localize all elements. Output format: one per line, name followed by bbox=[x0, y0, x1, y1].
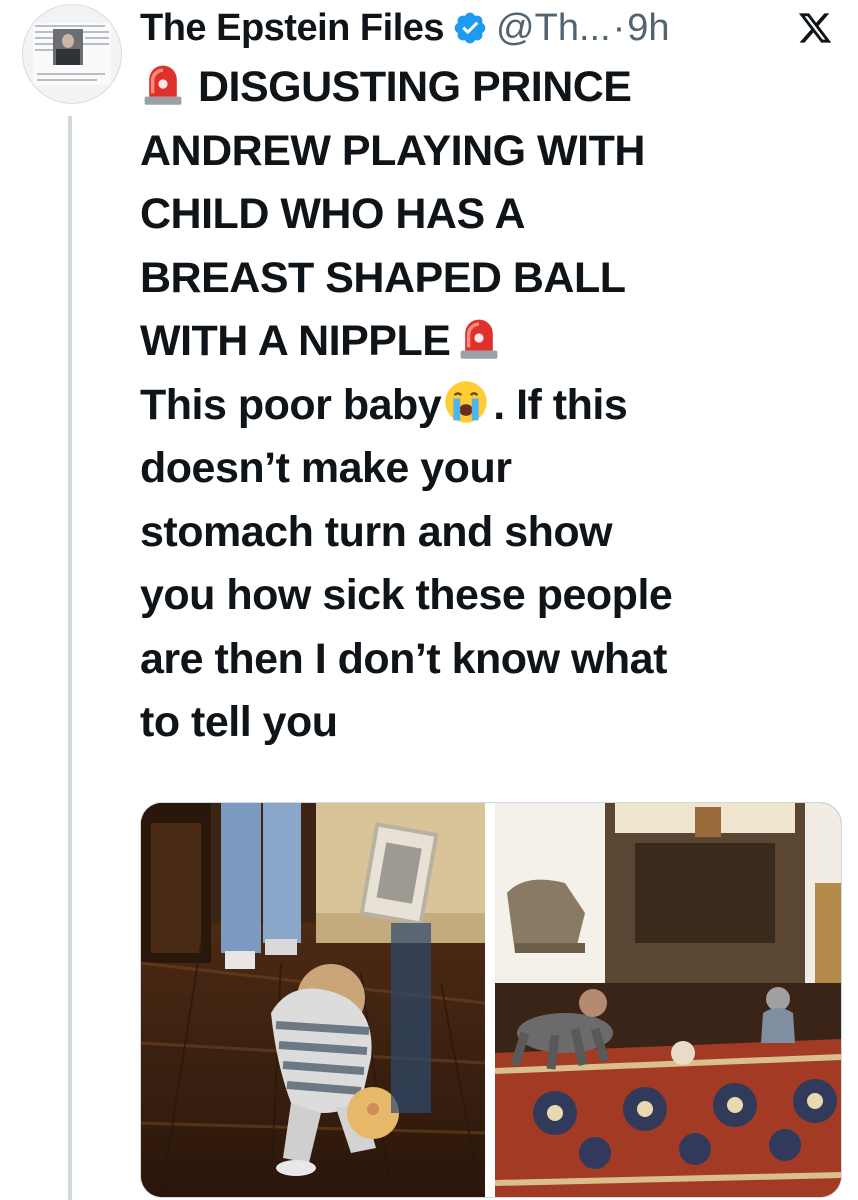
body-text-start: This poor baby bbox=[140, 380, 442, 429]
post-header: The Epstein Files @Th... · 9h bbox=[140, 4, 845, 52]
x-logo-icon bbox=[798, 13, 832, 43]
post-text: DISGUSTING PRINCE ANDREW PLAYING WITH CH… bbox=[140, 56, 840, 755]
body-line-3: stomach turn and show bbox=[140, 507, 613, 556]
media-photo-left[interactable] bbox=[141, 803, 485, 1197]
body-text-continued: . If this bbox=[493, 380, 628, 429]
author-name[interactable]: The Epstein Files bbox=[140, 7, 445, 50]
thread-line bbox=[68, 116, 72, 1200]
body-line-4: you how sick these people bbox=[140, 571, 673, 619]
post-time[interactable]: 9h bbox=[627, 7, 669, 50]
headline-line-2: ANDREW PLAYING WITH bbox=[140, 126, 645, 175]
photo-room-rug-scene bbox=[495, 803, 841, 1197]
headline-line-5: WITH A NIPPLE bbox=[140, 317, 451, 365]
police-siren-emoji bbox=[144, 65, 182, 105]
verified-badge-icon bbox=[454, 12, 486, 44]
headline-line-3: CHILD WHO HAS A bbox=[140, 190, 526, 238]
body-line-5: are then I don’t know what bbox=[140, 634, 667, 683]
body-line-6: to tell you bbox=[140, 698, 338, 746]
loudly-crying-face-emoji bbox=[445, 380, 487, 423]
avatar-portrait bbox=[53, 29, 83, 65]
media-photo-right[interactable] bbox=[495, 803, 841, 1197]
author-handle[interactable]: @Th... bbox=[496, 7, 611, 50]
police-siren-emoji bbox=[461, 319, 498, 359]
photo-child-with-ball bbox=[141, 803, 485, 1197]
headline-line-4: BREAST SHAPED BALL bbox=[140, 253, 626, 302]
post-media[interactable] bbox=[140, 802, 842, 1198]
headline-line-1: DISGUSTING PRINCE bbox=[198, 63, 632, 111]
separator-dot: · bbox=[612, 6, 626, 49]
body-line-2: doesn’t make your bbox=[140, 444, 512, 492]
author-avatar[interactable] bbox=[22, 4, 122, 104]
